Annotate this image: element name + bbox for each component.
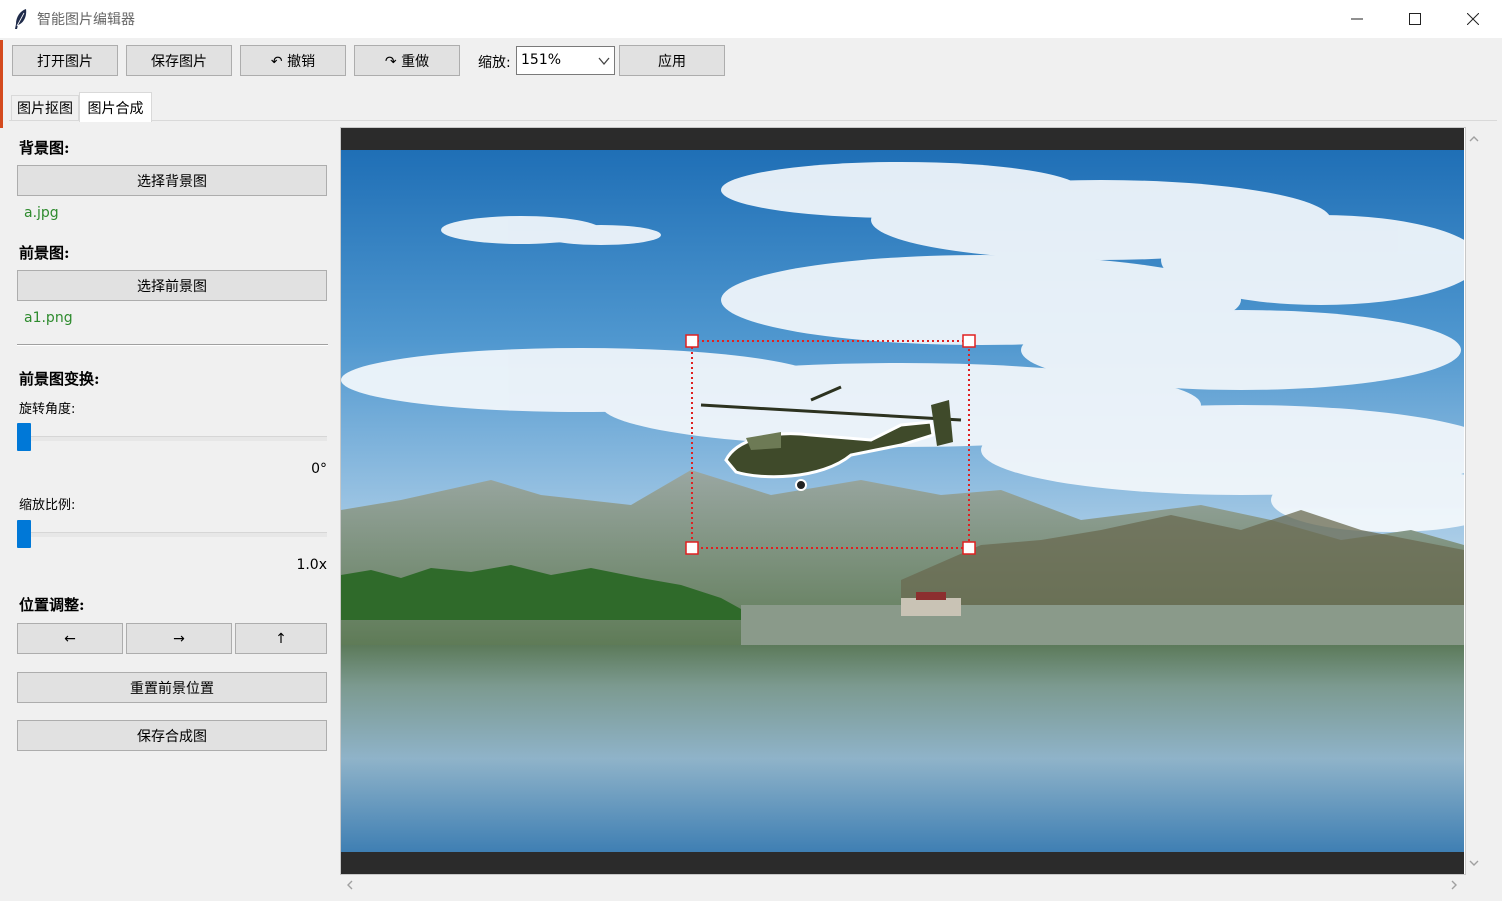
- select-foreground-button[interactable]: 选择前景图: [17, 270, 327, 301]
- move-right-button[interactable]: →: [126, 623, 232, 654]
- chevron-right-icon[interactable]: [1448, 879, 1460, 891]
- rotation-label: 旋转角度:: [19, 402, 76, 417]
- town-strip: [741, 605, 1464, 645]
- open-image-button[interactable]: 打开图片: [12, 45, 118, 76]
- maximize-icon: [1409, 13, 1421, 25]
- zoom-select[interactable]: 151%: [516, 46, 615, 75]
- scale-slider-thumb[interactable]: [17, 520, 31, 548]
- foreground-section-title: 前景图:: [19, 244, 70, 262]
- select-background-button[interactable]: 选择背景图: [17, 165, 327, 196]
- close-button[interactable]: [1444, 0, 1502, 38]
- rotation-slider-track[interactable]: [17, 436, 327, 441]
- rotation-value: 0°: [311, 461, 327, 477]
- horizontal-scrollbar[interactable]: [340, 876, 1466, 894]
- save-composite-button[interactable]: 保存合成图: [17, 720, 327, 751]
- maximize-button[interactable]: [1386, 0, 1444, 38]
- scale-label: 缩放比例:: [19, 498, 76, 513]
- canvas-top-band: [341, 128, 1464, 150]
- move-up-button[interactable]: ↑: [235, 623, 327, 654]
- title-bar: 智能图片编辑器: [0, 0, 1502, 38]
- foreground-file-name: a1.png: [24, 310, 73, 326]
- tab-image-cutout[interactable]: 图片抠图: [11, 95, 79, 120]
- transform-section-title: 前景图变换:: [19, 370, 100, 388]
- position-section-title: 位置调整:: [19, 596, 85, 614]
- chevron-up-icon[interactable]: [1468, 133, 1480, 145]
- zoom-value: 151%: [521, 52, 562, 68]
- palace: [901, 598, 961, 616]
- vertical-scrollbar[interactable]: [1466, 127, 1483, 875]
- close-icon: [1467, 13, 1479, 25]
- save-image-button[interactable]: 保存图片: [126, 45, 232, 76]
- tab-divider: [9, 120, 1497, 121]
- minimize-button[interactable]: [1328, 0, 1386, 38]
- scale-value: 1.0x: [296, 557, 327, 573]
- background-file-name: a.jpg: [24, 205, 59, 221]
- scale-slider-track[interactable]: [17, 532, 327, 537]
- panel-separator: [17, 344, 328, 346]
- lake: [341, 645, 1464, 852]
- minimize-icon: [1351, 18, 1363, 20]
- undo-button[interactable]: ↶ 撤销: [240, 45, 346, 76]
- resize-handle-top-right[interactable]: [962, 334, 976, 348]
- apply-zoom-button[interactable]: 应用: [619, 45, 725, 76]
- chevron-left-icon[interactable]: [344, 879, 356, 891]
- palace-roof: [916, 592, 946, 600]
- chevron-down-icon: [598, 57, 610, 66]
- feather-icon: [15, 9, 27, 29]
- resize-handle-bottom-left[interactable]: [685, 541, 699, 555]
- move-left-button[interactable]: ←: [17, 623, 123, 654]
- redo-button[interactable]: ↷ 重做: [354, 45, 460, 76]
- window-edge-accent: [0, 40, 3, 128]
- resize-handle-bottom-right[interactable]: [962, 541, 976, 555]
- reset-foreground-button[interactable]: 重置前景位置: [17, 672, 327, 703]
- canvas-bottom-band: [341, 852, 1464, 874]
- resize-handle-top-left[interactable]: [685, 334, 699, 348]
- background-section-title: 背景图:: [19, 139, 70, 157]
- rotation-slider-thumb[interactable]: [17, 423, 31, 451]
- zoom-label: 缩放:: [478, 55, 511, 71]
- composite-canvas[interactable]: [341, 150, 1464, 852]
- tab-image-composite[interactable]: 图片合成: [79, 92, 152, 122]
- window-title: 智能图片编辑器: [37, 12, 135, 28]
- chevron-down-icon[interactable]: [1468, 857, 1480, 869]
